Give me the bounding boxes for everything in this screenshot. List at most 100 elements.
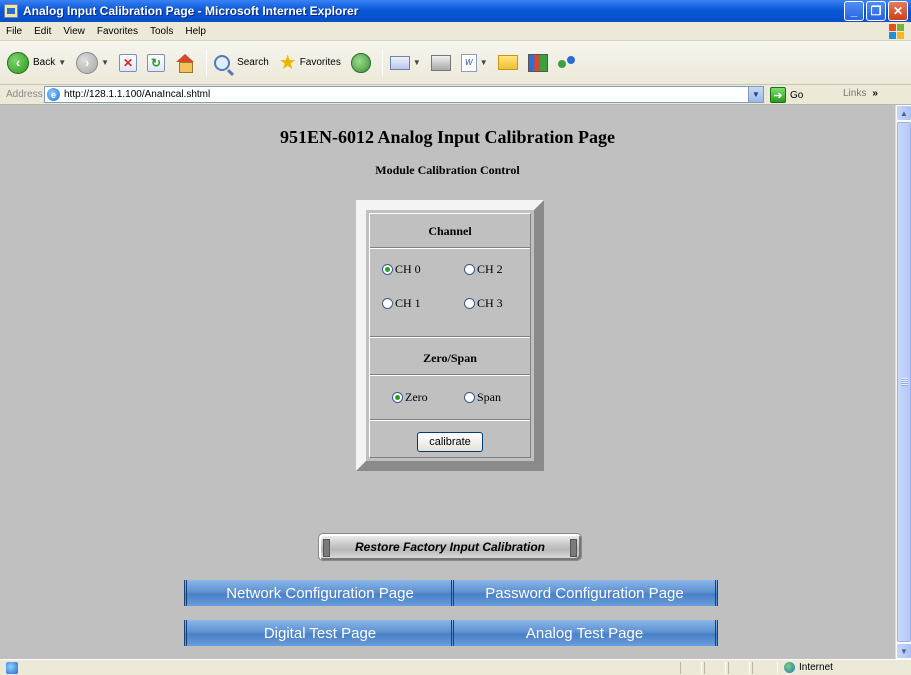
scrollbar-thumb[interactable]: [897, 122, 911, 642]
radio-ch1[interactable]: [382, 298, 393, 309]
mode-label: Span: [477, 390, 501, 404]
chevron-down-icon[interactable]: ▼: [480, 58, 488, 67]
page-subtitle: Module Calibration Control: [375, 163, 520, 177]
chevron-down-icon[interactable]: ▼: [748, 87, 763, 102]
print-button[interactable]: [428, 47, 454, 79]
address-bar: Address e http://128.1.1.100/AnaIncal.sh…: [0, 85, 911, 105]
radio-ch0[interactable]: [382, 264, 393, 275]
go-button[interactable]: ➔ Go: [770, 87, 803, 103]
radio-zero[interactable]: [392, 392, 403, 403]
chevron-down-icon[interactable]: ▼: [58, 58, 66, 67]
home-button[interactable]: [172, 47, 198, 79]
chevron-down-icon[interactable]: ▼: [101, 58, 109, 67]
vertical-scrollbar[interactable]: ▲ ▼: [895, 105, 911, 659]
research-button[interactable]: [525, 47, 551, 79]
links-button[interactable]: Links »: [843, 88, 878, 99]
channel-label: CH 1: [395, 296, 421, 310]
radio-span[interactable]: [464, 392, 475, 403]
ie-window-icon: [4, 4, 18, 18]
favorites-button[interactable]: ★ Favorites: [276, 47, 344, 79]
messenger-icon: [557, 54, 578, 72]
divider: [370, 247, 530, 249]
toolbar-separator: [381, 49, 383, 76]
zone-label: Internet: [799, 662, 833, 673]
radio-ch3[interactable]: [464, 298, 475, 309]
network-configuration-button[interactable]: Network Configuration Page: [184, 580, 456, 606]
status-bar: Internet: [0, 659, 911, 675]
restore-label: Restore Factory Input Calibration: [354, 540, 546, 554]
back-button[interactable]: ‹ Back ▼: [4, 47, 69, 79]
channel-label: CH 2: [477, 262, 503, 276]
security-zone: Internet: [784, 662, 833, 673]
address-label: Address: [6, 89, 43, 100]
menu-edit[interactable]: Edit: [28, 26, 57, 37]
menu-file[interactable]: File: [0, 26, 28, 37]
channel-label: CH 3: [477, 296, 503, 310]
channel-label: CH 0: [395, 262, 421, 276]
scroll-up-icon[interactable]: ▲: [896, 105, 911, 121]
status-pane: [752, 662, 778, 674]
research-icon: [527, 53, 548, 72]
media-button[interactable]: [348, 47, 374, 79]
maximize-button[interactable]: ❐: [866, 1, 886, 21]
channel-option-ch2[interactable]: CH 2: [464, 262, 503, 277]
favorites-star-icon: ★: [278, 51, 297, 74]
password-configuration-button[interactable]: Password Configuration Page: [451, 580, 718, 606]
mode-option-span[interactable]: Span: [464, 390, 501, 405]
folder-button[interactable]: [495, 47, 521, 79]
minimize-button[interactable]: _: [844, 1, 864, 21]
chevron-down-icon[interactable]: ▼: [413, 58, 421, 67]
channel-option-ch1[interactable]: CH 1: [382, 296, 421, 311]
search-label: Search: [237, 57, 269, 68]
divider: [370, 336, 530, 338]
messenger-button[interactable]: [555, 47, 581, 79]
mail-button[interactable]: ▼: [387, 47, 424, 79]
digital-test-button[interactable]: Digital Test Page: [184, 620, 456, 646]
print-icon: [430, 54, 451, 71]
address-input[interactable]: e http://128.1.1.100/AnaIncal.shtml ▼: [44, 86, 764, 103]
stop-button[interactable]: ✕: [116, 47, 140, 79]
menu-view[interactable]: View: [57, 26, 91, 37]
refresh-button[interactable]: ↻: [144, 47, 168, 79]
channel-option-ch0[interactable]: CH 0: [382, 262, 421, 277]
restore-factory-calibration-button[interactable]: Restore Factory Input Calibration: [318, 533, 582, 561]
go-label: Go: [790, 89, 804, 101]
window-title: Analog Input Calibration Page - Microsof…: [23, 4, 359, 18]
refresh-icon: ↻: [147, 53, 166, 72]
menu-help[interactable]: Help: [179, 26, 212, 37]
search-icon: [214, 54, 231, 71]
edit-button[interactable]: W ▼: [458, 47, 491, 79]
close-button[interactable]: ✕: [888, 1, 908, 21]
divider: [370, 374, 530, 376]
scroll-down-icon[interactable]: ▼: [896, 643, 911, 659]
go-arrow-icon: ➔: [770, 87, 786, 103]
channel-option-ch3[interactable]: CH 3: [464, 296, 503, 311]
divider: [370, 419, 530, 421]
toolbar-separator: [206, 49, 208, 76]
mode-label: Zero: [405, 390, 428, 404]
calibrate-button[interactable]: calibrate: [417, 432, 483, 452]
folder-icon: [497, 55, 518, 70]
menu-favorites[interactable]: Favorites: [91, 26, 144, 37]
calibration-panel: Channel CH 0 CH 2 CH 1 CH 3 Zero/Span Ze…: [356, 200, 544, 471]
mode-option-zero[interactable]: Zero: [392, 390, 428, 405]
status-pane: [728, 662, 750, 674]
forward-button[interactable]: › ▼: [73, 47, 112, 79]
favorites-label: Favorites: [299, 57, 341, 68]
stop-icon: ✕: [119, 53, 138, 72]
radio-ch2[interactable]: [464, 264, 475, 275]
search-button[interactable]: Search: [211, 47, 272, 79]
window-title-bar: Analog Input Calibration Page - Microsof…: [0, 0, 911, 22]
back-arrow-icon: ‹: [7, 51, 29, 74]
address-url[interactable]: http://128.1.1.100/AnaIncal.shtml: [64, 89, 210, 100]
mail-icon: [389, 55, 410, 70]
calibration-panel-inner: Channel CH 0 CH 2 CH 1 CH 3 Zero/Span Ze…: [369, 213, 531, 458]
page-status-icon: [6, 661, 18, 674]
page-icon: e: [47, 88, 60, 101]
menu-bar: File Edit View Favorites Tools Help: [0, 22, 911, 41]
analog-test-button[interactable]: Analog Test Page: [451, 620, 718, 646]
word-icon: W: [460, 53, 477, 72]
menu-tools[interactable]: Tools: [144, 26, 179, 37]
forward-arrow-icon: ›: [76, 51, 99, 74]
home-icon: [175, 53, 195, 73]
